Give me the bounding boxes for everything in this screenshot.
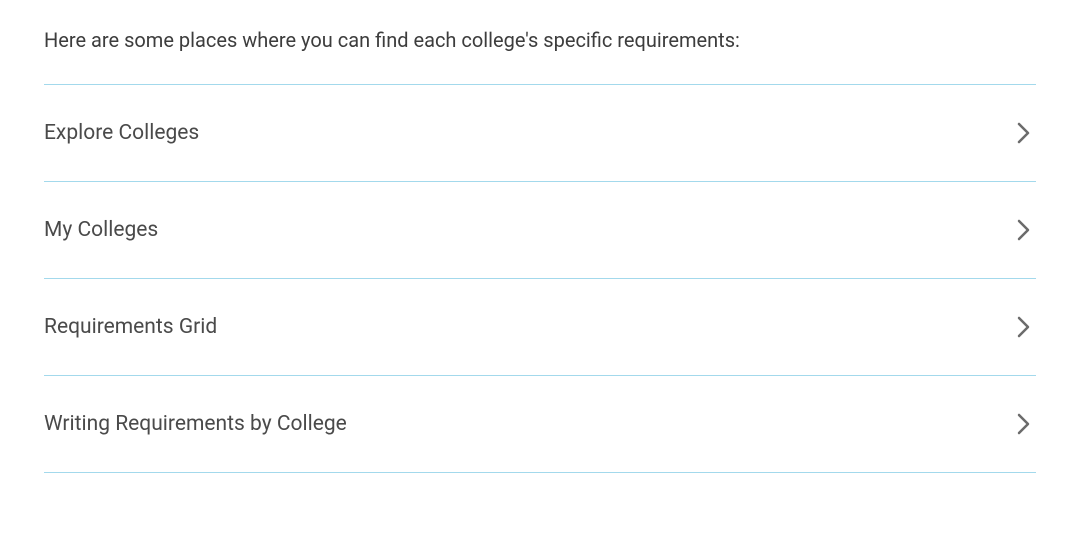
chevron-right-icon [1017,413,1036,435]
list-item-label: Requirements Grid [44,315,217,339]
intro-text: Here are some places where you can find … [44,28,1036,52]
list-item-my-colleges[interactable]: My Colleges [44,181,1036,278]
list-item-explore-colleges[interactable]: Explore Colleges [44,84,1036,181]
chevron-right-icon [1017,122,1036,144]
list-item-label: Writing Requirements by College [44,412,347,436]
list-item-writing-requirements[interactable]: Writing Requirements by College [44,375,1036,473]
list-item-requirements-grid[interactable]: Requirements Grid [44,278,1036,375]
list-item-label: Explore Colleges [44,121,199,145]
page-container: Here are some places where you can find … [0,0,1080,473]
chevron-right-icon [1017,219,1036,241]
chevron-right-icon [1017,316,1036,338]
list-item-label: My Colleges [44,218,158,242]
requirements-list: Explore Colleges My Colleges Requirement… [44,84,1036,473]
